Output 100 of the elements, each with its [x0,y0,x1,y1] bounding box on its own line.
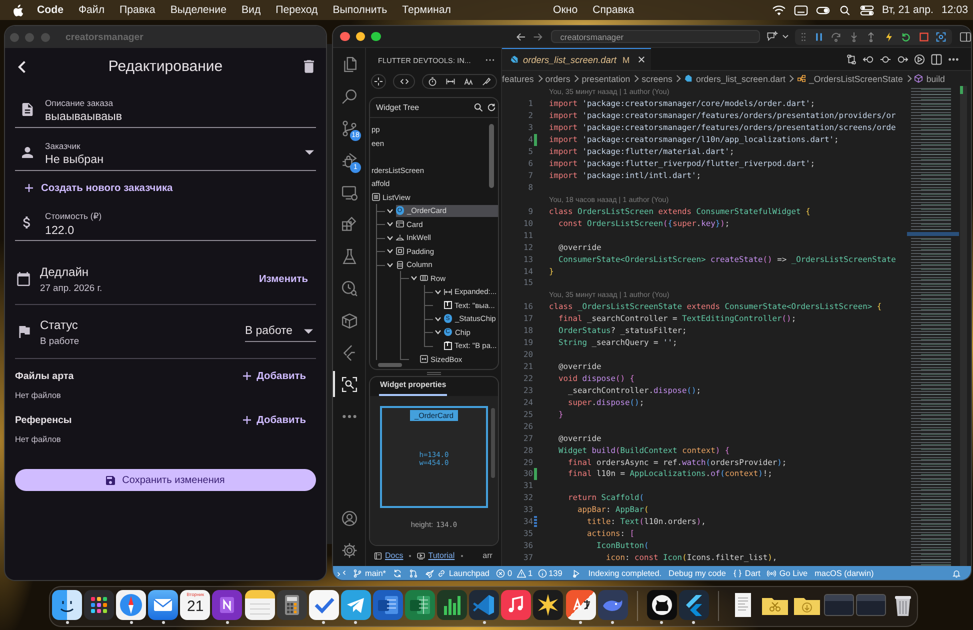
menu-bar-date[interactable]: Вт, 21 апр. [882,4,934,16]
go-back-change-icon[interactable] [863,54,874,64]
settings-icon[interactable] [340,542,358,558]
compass-app-icon[interactable] [116,590,146,620]
refresh-icon[interactable] [487,102,496,112]
spreadsheet-app-icon[interactable] [405,590,436,620]
grid-app-icon[interactable] [84,590,114,620]
menu-item[interactable]: Справка [592,4,634,16]
forward-arrow-icon[interactable] [533,32,544,42]
minimap-drawing[interactable] [907,86,967,566]
checkmark-app-icon[interactable] [308,590,339,620]
notepad-app-icon[interactable] [244,590,275,620]
search-icon[interactable] [838,4,852,16]
chevron-logo-icon[interactable] [340,344,358,360]
menu-bar-time[interactable]: 12:03 [941,4,968,16]
price-field[interactable]: Стоимость (₽) 122.0 [15,205,316,241]
app-menu[interactable]: Code [37,4,64,16]
back-arrow-icon[interactable] [18,60,26,72]
debug-run-icon[interactable] [572,568,582,578]
split-editor-icon[interactable] [931,54,942,64]
timer-icon[interactable] [428,76,437,86]
link[interactable]: Tutorial [428,551,455,560]
wifi-icon[interactable] [772,4,786,16]
source-control-icon[interactable] [340,120,358,136]
calculator-app-icon[interactable] [276,590,307,620]
pause-icon[interactable] [814,32,824,42]
menu-item[interactable]: Выделение [170,4,226,16]
create-customer-link[interactable]: Создать нового заказчика [15,179,173,197]
command-center-field[interactable]: creatorsmanager [551,30,760,43]
bug-play-icon[interactable] [340,152,358,168]
sync-icon[interactable] [392,568,402,578]
step-into-icon[interactable] [848,32,859,42]
caret-down-icon[interactable] [386,260,394,269]
play-circle-icon[interactable] [914,54,925,64]
change-date-button[interactable]: Изменить [258,274,308,284]
envelope-app-icon[interactable] [148,590,178,620]
face-app-icon[interactable] [52,590,82,620]
link-text[interactable]: arr [482,551,492,560]
brush-icon[interactable] [482,76,491,86]
cat-silhouette-app-icon[interactable] [646,590,677,620]
caret-down-icon[interactable] [386,247,394,256]
code-toggle-button[interactable] [393,74,415,89]
menu-item[interactable]: Терминал [402,4,451,16]
close-button[interactable] [340,32,350,42]
link[interactable]: Docs [385,551,404,560]
caret-down-icon[interactable] [434,288,442,296]
caret-down-icon[interactable] [386,220,394,228]
restart-icon[interactable] [901,32,912,42]
status-dropdown[interactable]: В работе [245,321,316,342]
resize-handle[interactable] [426,372,440,375]
caret-down-icon[interactable] [386,234,394,242]
bell-icon[interactable] [952,568,961,578]
trash-icon[interactable] [304,60,314,73]
save-button[interactable]: Сохранить изменения [15,469,316,491]
chevron-logo-app-icon[interactable] [678,590,709,620]
remote-icon[interactable] [337,568,346,578]
clock-search-icon[interactable] [340,280,358,296]
caret-down-icon[interactable] [434,314,442,323]
step-over-icon[interactable] [831,32,842,42]
panel-layout-icon[interactable] [960,32,971,42]
add-button[interactable]: Добавить [242,370,306,382]
control-center-icon[interactable] [860,4,874,16]
pull-request-icon[interactable] [408,568,418,578]
screen-icon[interactable] [794,4,808,16]
compare-changes-icon[interactable] [846,54,857,64]
zoom-button[interactable] [371,32,380,42]
menu-item[interactable]: Переход [276,4,318,16]
step-out-icon[interactable] [866,32,876,42]
width-arrows-icon[interactable] [446,76,455,86]
editor-tab[interactable]: orders_list_screen.dart M [502,48,651,70]
breadcrumb[interactable]: orders [545,74,570,84]
chevron-down-icon[interactable] [782,34,790,39]
add-button[interactable]: Добавить [242,414,306,426]
customer-dropdown[interactable]: Заказчик Не выбран [15,135,316,171]
caret-down-icon[interactable] [434,328,442,336]
breadcrumb[interactable]: build [926,74,945,84]
menu-item[interactable]: Выполнить [332,4,388,16]
stop-icon[interactable] [918,32,929,42]
flask-icon[interactable] [340,248,358,264]
minimize-button[interactable] [356,32,365,42]
text-size-icon[interactable] [464,76,473,86]
document-app-icon[interactable] [372,590,403,620]
drag-handle-icon[interactable] [801,32,806,42]
scrollbar[interactable] [378,362,402,367]
bar-chart-app-icon[interactable] [437,590,468,620]
search-icon[interactable] [474,102,483,112]
menu-item[interactable]: Вид [241,4,261,16]
starburst-app-icon[interactable] [533,590,564,620]
select-widget-button[interactable] [371,74,386,89]
go-forward-change-icon[interactable] [897,54,908,64]
chat-sparkle-icon[interactable] [766,31,780,42]
toggle-icon[interactable] [816,4,830,16]
scrollbar[interactable] [489,124,494,188]
window-thumbnail[interactable] [856,594,886,616]
apple-logo-icon[interactable] [13,4,24,16]
description-field[interactable]: Описание заказа выаываываыв [15,92,316,128]
back-arrow-icon[interactable] [516,32,526,42]
menu-item[interactable]: Окно [553,4,578,16]
breadcrumb[interactable]: _OrdersListScreenState [808,74,903,84]
lightning-icon[interactable] [884,32,894,42]
